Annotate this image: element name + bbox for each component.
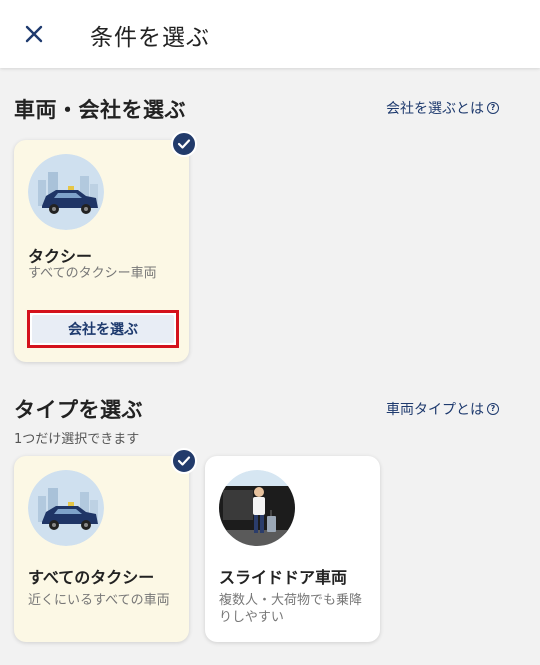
- vehicle-type-help-link-label: 車両タイプとは: [386, 402, 484, 418]
- select-company-button[interactable]: 会社を選ぶ: [27, 310, 179, 348]
- taxi-illustration: [28, 154, 104, 230]
- card-description: すべてのタクシー車両: [28, 266, 157, 281]
- question-icon: ?: [487, 403, 499, 415]
- close-button[interactable]: [20, 20, 48, 48]
- slide-door-illustration: [219, 470, 295, 546]
- slide-door-type-card[interactable]: スライドドア車両 複数人・大荷物でも乗降りしやすい: [205, 456, 380, 642]
- card-name: すべてのタクシー: [28, 568, 155, 587]
- type-section-subtitle: 1つだけ選択できます: [14, 432, 140, 447]
- vehicle-type-help-link[interactable]: 車両タイプとは ?: [386, 399, 499, 419]
- card-name: スライドドア車両: [219, 568, 348, 587]
- selected-check-icon: [171, 131, 197, 157]
- question-icon: ?: [487, 102, 499, 114]
- company-help-link-label: 会社を選ぶとは: [386, 101, 484, 117]
- taxi-illustration: [28, 470, 104, 546]
- company-help-link[interactable]: 会社を選ぶとは ?: [386, 98, 499, 118]
- select-company-button-label: 会社を選ぶ: [32, 315, 174, 343]
- card-description: 近くにいるすべての車両: [28, 593, 170, 608]
- all-taxi-type-card[interactable]: すべてのタクシー 近くにいるすべての車両: [14, 456, 189, 642]
- type-section-title: タイプを選ぶ: [14, 398, 143, 422]
- app-header: 条件を選ぶ: [0, 0, 540, 68]
- card-description: 複数人・大荷物でも乗降りしやすい: [219, 593, 363, 625]
- page-title: 条件を選ぶ: [90, 25, 210, 51]
- card-name: タクシー: [28, 247, 93, 266]
- close-icon[interactable]: [24, 24, 44, 44]
- selected-check-icon: [171, 448, 197, 474]
- vehicle-section-title: 車両・会社を選ぶ: [14, 98, 186, 122]
